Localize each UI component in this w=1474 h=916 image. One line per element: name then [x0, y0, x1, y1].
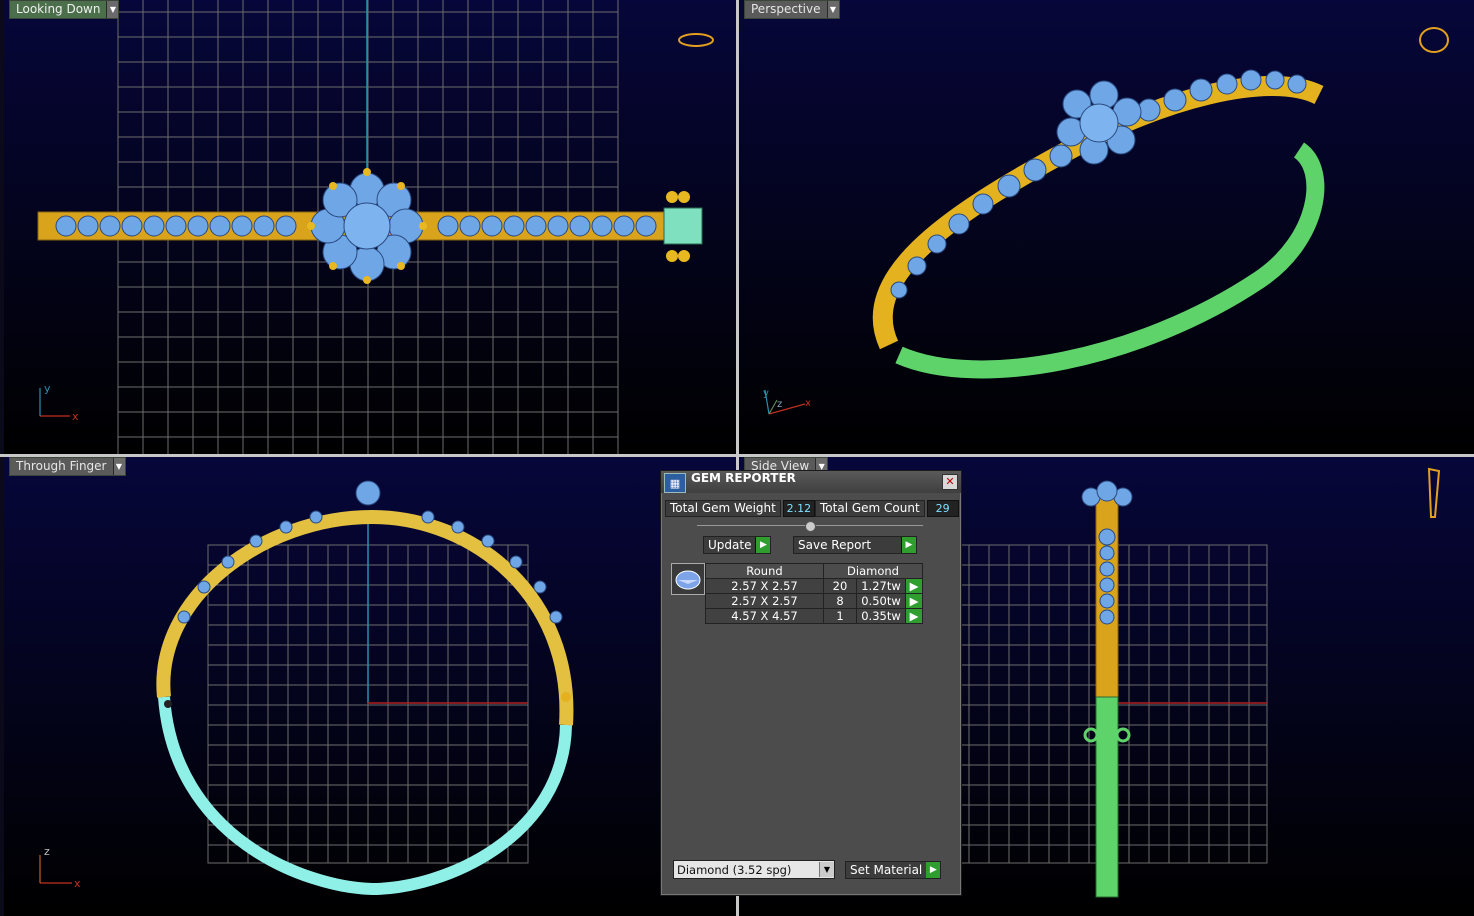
viewport-label: Looking Down: [10, 1, 107, 18]
go-arrow-icon: ▶: [755, 537, 771, 553]
column-header-material: Diamond: [823, 563, 923, 579]
bangle-gold-upper: [156, 509, 574, 726]
viewport-looking-down[interactable]: x y Looking Down ▼: [4, 0, 736, 454]
row-go-arrow-icon[interactable]: ▶: [905, 593, 923, 609]
svg-text:x: x: [805, 398, 811, 409]
gem-size: 2.57 X 2.57: [705, 578, 824, 594]
save-report-label: Save Report: [798, 538, 872, 552]
update-button[interactable]: Update ▶: [703, 536, 772, 554]
svg-text:x: x: [72, 410, 79, 423]
collapse-handle[interactable]: [805, 521, 816, 532]
gem-count: 1: [823, 608, 857, 624]
bangle-cyan-lower: [158, 696, 572, 896]
gem-size: 4.57 X 4.57: [705, 608, 824, 624]
svg-text:z: z: [44, 845, 50, 858]
view-ring-icon: [678, 33, 714, 47]
dropdown-arrow-icon[interactable]: ▼: [826, 1, 839, 18]
total-gem-weight-label: Total Gem Weight: [665, 500, 781, 517]
dropdown-arrow-icon[interactable]: ▼: [106, 1, 119, 18]
svg-text:x: x: [74, 877, 81, 890]
gem-reporter-app-icon: ▦: [664, 473, 686, 493]
total-gem-count: Total Gem Count 29: [815, 500, 959, 517]
row-go-arrow-icon[interactable]: ▶: [905, 578, 923, 594]
close-button[interactable]: ✕: [942, 474, 958, 490]
viewport-menu-through-finger[interactable]: Through Finger ▼: [9, 457, 126, 476]
viewport-divider-horizontal[interactable]: [0, 454, 1474, 457]
gem-weight: 0.50tw: [856, 593, 906, 609]
column-header-shape: Round: [705, 563, 824, 579]
side-view-icon: [1427, 467, 1441, 518]
band-side-green: [1095, 696, 1119, 898]
gem-count: 8: [823, 593, 857, 609]
save-report-button[interactable]: Save Report ▶: [793, 536, 917, 554]
set-material-label: Set Material: [850, 863, 923, 877]
table-header-row: Round Diamond: [705, 563, 923, 579]
gem-reporter-panel: ▦ GEM REPORTER ✕ Total Gem Weight 2.12 T…: [660, 470, 962, 896]
go-arrow-icon: ▶: [926, 862, 941, 878]
viewport-menu-perspective[interactable]: Perspective ▼: [744, 0, 840, 19]
gem-count: 20: [823, 578, 857, 594]
material-select[interactable]: Diamond (3.52 spg) ▼: [673, 860, 835, 879]
gem-reporter-titlebar[interactable]: ▦ GEM REPORTER ✕: [661, 471, 961, 493]
total-gem-count-label: Total Gem Count: [815, 500, 925, 517]
update-label: Update: [708, 538, 752, 552]
viewport-label: Through Finger: [10, 458, 113, 475]
gem-size: 2.57 X 2.57: [705, 593, 824, 609]
viewport-through-finger[interactable]: x z Through Finger ▼: [4, 457, 736, 916]
viewport-menu-looking-down[interactable]: Looking Down ▼: [9, 0, 120, 19]
total-gem-weight: Total Gem Weight 2.12: [665, 500, 815, 517]
material-select-value: Diamond (3.52 spg): [677, 862, 792, 877]
gem-weight: 1.27tw: [856, 578, 906, 594]
table-row[interactable]: 2.57 X 2.57 20 1.27tw ▶: [705, 578, 923, 594]
svg-text:y: y: [763, 388, 769, 399]
gem-table: Round Diamond 2.57 X 2.57 20 1.27tw ▶ 2.…: [705, 563, 923, 624]
total-gem-weight-value: 2.12: [782, 500, 815, 517]
center-cluster: [310, 172, 424, 282]
through-finger-canvas: x z: [39, 480, 574, 896]
viewport-perspective[interactable]: x y z Perspective ▼: [739, 0, 1474, 454]
viewport-label: Perspective: [745, 1, 827, 18]
set-material-button[interactable]: Set Material ▶: [845, 861, 942, 879]
table-row[interactable]: 4.57 X 4.57 1 0.35tw ▶: [705, 608, 923, 624]
perspective-ring-icon: [1419, 27, 1449, 53]
panel-title: GEM REPORTER: [691, 471, 796, 485]
perspective-canvas: x y z: [763, 27, 1449, 415]
chevron-down-icon[interactable]: ▼: [819, 862, 834, 877]
svg-text:y: y: [44, 382, 51, 395]
looking-down-canvas: x y: [37, 0, 714, 454]
dropdown-arrow-icon[interactable]: ▼: [112, 458, 125, 475]
row-go-arrow-icon[interactable]: ▶: [905, 608, 923, 624]
gem-weight: 0.35tw: [856, 608, 906, 624]
go-arrow-icon: ▶: [901, 537, 916, 553]
round-diamond-icon[interactable]: [671, 563, 705, 595]
bangle-green-half: [895, 142, 1325, 379]
total-gem-count-value: 29: [926, 500, 959, 517]
table-row[interactable]: 2.57 X 2.57 8 0.50tw ▶: [705, 593, 923, 609]
svg-text:z: z: [777, 399, 782, 410]
